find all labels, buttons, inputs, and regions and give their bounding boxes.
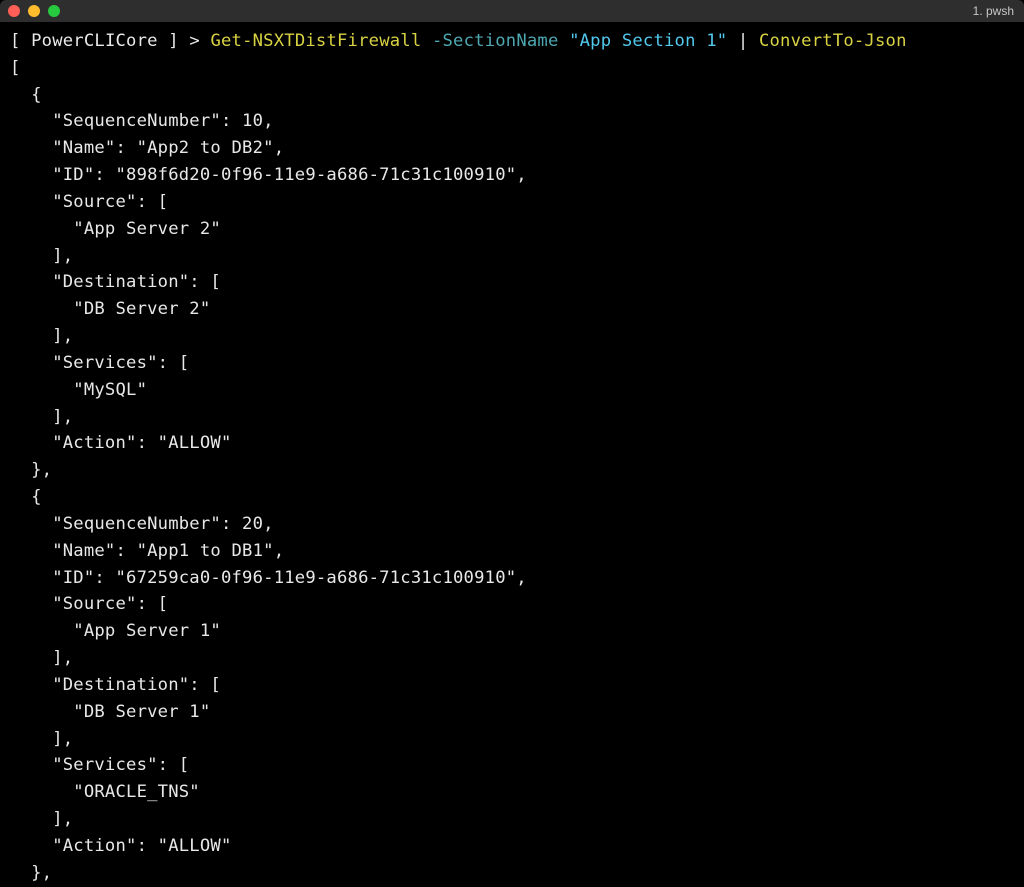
titlebar[interactable]: 1. pwsh xyxy=(0,0,1024,22)
zoom-icon[interactable] xyxy=(48,5,60,17)
cmdlet-get-nsxtdistfirewall: Get-NSXTDistFirewall xyxy=(210,31,421,51)
window-title: 1. pwsh xyxy=(973,4,1014,18)
close-icon[interactable] xyxy=(8,5,20,17)
minimize-icon[interactable] xyxy=(28,5,40,17)
prompt-open-bracket: [ xyxy=(10,31,31,51)
pipe: | xyxy=(727,31,759,51)
json-output: [ { "SequenceNumber": 10, "Name": "App2 … xyxy=(10,58,527,883)
terminal-body[interactable]: [ PowerCLICore ] > Get-NSXTDistFirewall … xyxy=(0,22,1024,887)
traffic-lights xyxy=(8,5,60,17)
prompt-close-bracket: ] > xyxy=(158,31,211,51)
param-value: "App Section 1" xyxy=(569,31,727,51)
cmdlet-convertto-json: ConvertTo-Json xyxy=(759,31,907,51)
prompt-context: PowerCLICore xyxy=(31,31,158,51)
terminal-window: 1. pwsh [ PowerCLICore ] > Get-NSXTDistF… xyxy=(0,0,1024,887)
param-sectionname: -SectionName xyxy=(421,31,569,51)
